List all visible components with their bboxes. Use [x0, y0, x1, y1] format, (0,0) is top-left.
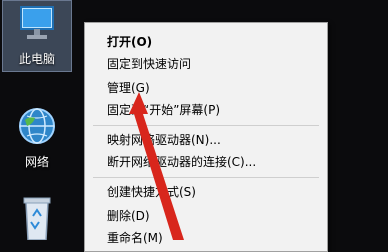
menu-item-manage[interactable]: 管理(G)	[85, 77, 327, 99]
recycle-bin-icon	[23, 197, 51, 241]
menu-item-delete[interactable]: 删除(D)	[85, 205, 327, 227]
menu-item-pin-start[interactable]: 固定到“开始”屏幕(P)	[85, 99, 327, 121]
menu-item-open[interactable]: 打开(O)	[85, 31, 327, 53]
desktop-icon-recycle-bin[interactable]	[2, 196, 72, 243]
desktop-icon-network[interactable]: 网络	[2, 104, 72, 170]
network-globe-icon	[19, 108, 55, 144]
desktop-icon-label: 此电脑	[18, 52, 55, 66]
menu-item-create-shortcut[interactable]: 创建快捷方式(S)	[85, 181, 327, 203]
context-menu: 打开(O) 固定到快速访问 管理(G) 固定到“开始”屏幕(P) 映射网络驱动器…	[84, 22, 328, 252]
menu-item-pin-quick-access[interactable]: 固定到快速访问	[85, 53, 327, 75]
menu-item-disconnect-drive[interactable]: 断开网络驱动器的连接(C)...	[85, 151, 327, 173]
computer-icon	[20, 6, 54, 39]
menu-item-map-drive[interactable]: 映射网络驱动器(N)...	[85, 129, 327, 151]
menu-separator	[93, 177, 319, 178]
menu-separator	[93, 125, 319, 126]
desktop-icon-this-pc[interactable]: 此电脑	[2, 0, 72, 72]
desktop-icon-label: 网络	[24, 155, 49, 169]
menu-item-rename[interactable]: 重命名(M)	[85, 227, 327, 249]
